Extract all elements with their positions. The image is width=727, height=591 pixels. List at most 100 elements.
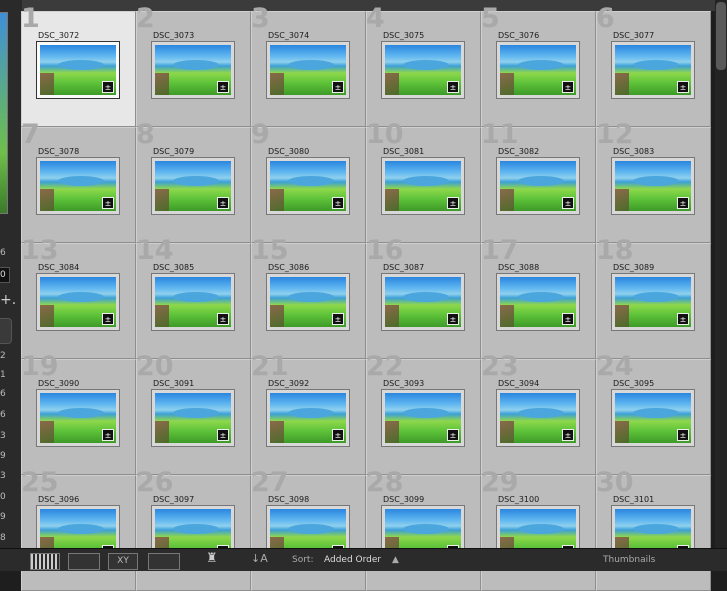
thumbnail-frame[interactable]: ± (611, 157, 695, 215)
thumbnail-cell[interactable]: 20 DSC_3091 ± (136, 352, 251, 475)
photo-thumbnail[interactable]: ± (385, 393, 461, 443)
thumbnail-cell[interactable]: 28DSC_3099± (366, 468, 481, 591)
photo-thumbnail[interactable]: ± (270, 161, 346, 211)
develop-adjusted-icon[interactable]: ± (332, 81, 344, 93)
photo-thumbnail[interactable]: ± (615, 277, 691, 327)
photo-thumbnail[interactable]: ± (615, 161, 691, 211)
photo-thumbnail[interactable]: ± (155, 161, 231, 211)
photo-thumbnail[interactable]: ± (40, 393, 116, 443)
thumbnail-cell[interactable]: 23 DSC_3094 ± (481, 352, 596, 475)
develop-adjusted-icon[interactable]: ± (332, 313, 344, 325)
sort-direction-icon[interactable]: ↓A (251, 552, 268, 565)
photo-thumbnail[interactable]: ± (385, 277, 461, 327)
thumbnail-cell[interactable]: 3 DSC_3074 ± (251, 4, 366, 127)
develop-adjusted-icon[interactable]: ± (562, 81, 574, 93)
thumbnail-cell[interactable]: 1 DSC_3072 ± (21, 4, 136, 127)
thumbnail-cell[interactable]: 5 DSC_3076 ± (481, 4, 596, 127)
photo-thumbnail[interactable]: ± (615, 393, 691, 443)
develop-adjusted-icon[interactable]: ± (217, 429, 229, 441)
thumbnail-frame[interactable]: ± (266, 389, 350, 447)
develop-adjusted-icon[interactable]: ± (102, 429, 114, 441)
thumbnail-cell[interactable]: 16 DSC_3087 ± (366, 236, 481, 359)
thumbnail-frame[interactable]: ± (151, 41, 235, 99)
thumbnail-frame[interactable]: ± (266, 157, 350, 215)
thumbnail-frame[interactable]: ± (496, 157, 580, 215)
develop-adjusted-icon[interactable]: ± (332, 197, 344, 209)
develop-adjusted-icon[interactable]: ± (217, 81, 229, 93)
thumbnail-cell[interactable]: 29DSC_3100± (481, 468, 596, 591)
develop-adjusted-icon[interactable]: ± (447, 197, 459, 209)
thumbnail-cell[interactable]: 8 DSC_3079 ± (136, 120, 251, 243)
thumbnail-frame[interactable]: ± (36, 157, 120, 215)
photo-thumbnail[interactable]: ± (270, 45, 346, 95)
painter-icon[interactable]: ♜ (206, 551, 218, 566)
thumbnail-cell[interactable]: 27DSC_3098± (251, 468, 366, 591)
thumbnail-frame[interactable]: ± (36, 41, 120, 99)
loupe-view-button[interactable] (68, 553, 100, 570)
thumbnail-cell[interactable]: 4 DSC_3075 ± (366, 4, 481, 127)
thumbnail-frame[interactable]: ± (496, 389, 580, 447)
thumbnail-cell[interactable]: 13 DSC_3084 ± (21, 236, 136, 359)
grid-view-button[interactable] (30, 553, 60, 570)
thumbnail-cell[interactable]: 19 DSC_3090 ± (21, 352, 136, 475)
photo-thumbnail[interactable]: ± (40, 277, 116, 327)
add-button[interactable]: +. (0, 292, 16, 308)
thumbnail-frame[interactable]: ± (611, 41, 695, 99)
thumbnail-cell[interactable]: 15 DSC_3086 ± (251, 236, 366, 359)
develop-adjusted-icon[interactable]: ± (102, 313, 114, 325)
photo-thumbnail[interactable]: ± (40, 161, 116, 211)
thumbnail-cell[interactable]: 26DSC_3097± (136, 468, 251, 591)
thumbnail-frame[interactable]: ± (151, 389, 235, 447)
thumbnail-cell[interactable]: 7 DSC_3078 ± (21, 120, 136, 243)
thumbnail-frame[interactable]: ± (381, 41, 465, 99)
photo-thumbnail[interactable]: ± (500, 161, 576, 211)
thumbnail-frame[interactable]: ± (611, 273, 695, 331)
thumbnail-frame[interactable]: ± (381, 273, 465, 331)
photo-thumbnail[interactable]: ± (615, 45, 691, 95)
thumbnail-frame[interactable]: ± (36, 273, 120, 331)
photo-thumbnail[interactable]: ± (500, 45, 576, 95)
photo-thumbnail[interactable]: ± (385, 45, 461, 95)
develop-adjusted-icon[interactable]: ± (677, 197, 689, 209)
thumbnail-cell[interactable]: 9 DSC_3080 ± (251, 120, 366, 243)
develop-adjusted-icon[interactable]: ± (217, 197, 229, 209)
photo-thumbnail[interactable]: ± (385, 161, 461, 211)
photo-thumbnail[interactable]: ± (500, 277, 576, 327)
develop-adjusted-icon[interactable]: ± (102, 197, 114, 209)
thumbnail-cell[interactable]: 2 DSC_3073 ± (136, 4, 251, 127)
develop-adjusted-icon[interactable]: ± (677, 81, 689, 93)
develop-adjusted-icon[interactable]: ± (677, 313, 689, 325)
compare-view-button[interactable]: XY (108, 553, 138, 570)
photo-thumbnail[interactable]: ± (270, 277, 346, 327)
scrollbar-thumb[interactable] (716, 2, 726, 70)
sort-order-select[interactable]: Added Order (324, 555, 381, 565)
develop-adjusted-icon[interactable]: ± (447, 313, 459, 325)
thumbnail-frame[interactable]: ± (151, 273, 235, 331)
survey-view-button[interactable] (148, 553, 180, 570)
thumbnail-frame[interactable]: ± (496, 41, 580, 99)
left-value-field[interactable]: 0 (0, 267, 10, 283)
thumbnail-frame[interactable]: ± (496, 273, 580, 331)
thumbnail-frame[interactable]: ± (151, 157, 235, 215)
thumbnail-cell[interactable]: 6 DSC_3077 ± (596, 4, 711, 127)
thumbnail-cell[interactable]: 25DSC_3096± (21, 468, 136, 591)
thumbnail-cell[interactable]: 30DSC_3101± (596, 468, 711, 591)
develop-adjusted-icon[interactable]: ± (102, 81, 114, 93)
thumbnail-cell[interactable]: 18 DSC_3089 ± (596, 236, 711, 359)
photo-thumbnail[interactable]: ± (155, 45, 231, 95)
thumbnail-frame[interactable]: ± (266, 41, 350, 99)
thumbnail-frame[interactable]: ± (266, 273, 350, 331)
develop-adjusted-icon[interactable]: ± (447, 81, 459, 93)
photo-thumbnail[interactable]: ± (270, 393, 346, 443)
thumbnail-cell[interactable]: 12 DSC_3083 ± (596, 120, 711, 243)
develop-adjusted-icon[interactable]: ± (677, 429, 689, 441)
thumbnail-frame[interactable]: ± (611, 389, 695, 447)
thumbnail-cell[interactable]: 24 DSC_3095 ± (596, 352, 711, 475)
develop-adjusted-icon[interactable]: ± (562, 313, 574, 325)
photo-thumbnail[interactable]: ± (155, 393, 231, 443)
thumbnail-cell[interactable]: 10 DSC_3081 ± (366, 120, 481, 243)
develop-adjusted-icon[interactable]: ± (562, 429, 574, 441)
thumbnail-cell[interactable]: 14 DSC_3085 ± (136, 236, 251, 359)
panel-toggle-button[interactable] (0, 318, 12, 344)
thumbnail-frame[interactable]: ± (36, 389, 120, 447)
